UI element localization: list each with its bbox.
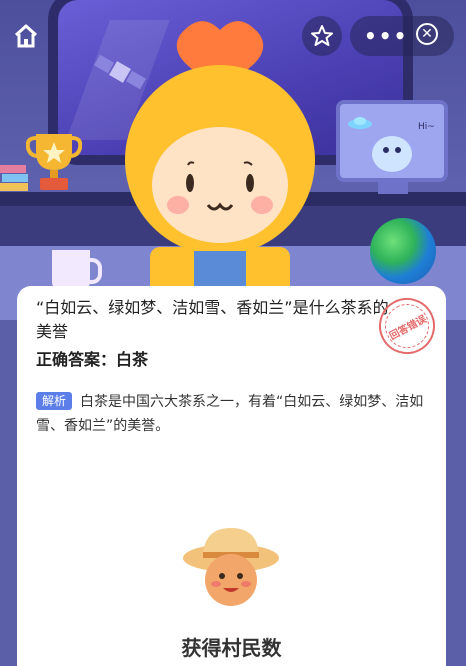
answer-label: 正确答案： — [36, 350, 117, 369]
answer-value: 白茶 — [116, 350, 149, 369]
books-icon — [0, 165, 28, 191]
header-illustration: Hi~ ••• ✕ — [0, 0, 466, 320]
favorite-button[interactable] — [302, 16, 342, 56]
trophy-icon — [26, 134, 82, 190]
stamp-text: 回答错误 — [377, 296, 437, 356]
analysis-block: 解析 白茶是中国六大茶系之一，有着“白如云、绿如梦、洁如雪、香如兰”的美誉。 — [36, 390, 426, 438]
cup-icon — [52, 250, 102, 290]
close-icon: ✕ — [421, 26, 433, 42]
star-icon — [311, 25, 333, 46]
villager-avatar — [183, 528, 279, 606]
home-button[interactable] — [6, 16, 46, 56]
globe-icon — [370, 218, 436, 284]
reward-title: 获得村民数 — [181, 636, 282, 660]
answer-card: “白如云、绿如梦、洁如雪、香如兰”是什么茶系的美誉 正确答案：白茶 回答错误 解… — [17, 286, 446, 666]
more-button[interactable]: ••• — [364, 24, 408, 48]
home-icon — [14, 24, 38, 48]
monitor-stand — [378, 182, 408, 194]
close-button[interactable]: ✕ — [416, 23, 438, 45]
menu-capsule: ••• ✕ — [350, 16, 454, 56]
analysis-text: 白茶是中国六大茶系之一，有着“白如云、绿如梦、洁如雪、香如兰”的美誉。 — [36, 394, 424, 434]
mascot-character — [125, 21, 315, 295]
alien-icon — [348, 117, 412, 172]
correct-answer: 正确答案：白茶 — [36, 346, 148, 370]
monitor-screen: Hi~ — [336, 100, 448, 182]
question-text: “白如云、绿如梦、洁如雪、香如兰”是什么茶系的美誉 — [36, 298, 389, 341]
analysis-badge: 解析 — [36, 392, 73, 410]
monitor-greeting: Hi~ — [418, 122, 435, 132]
